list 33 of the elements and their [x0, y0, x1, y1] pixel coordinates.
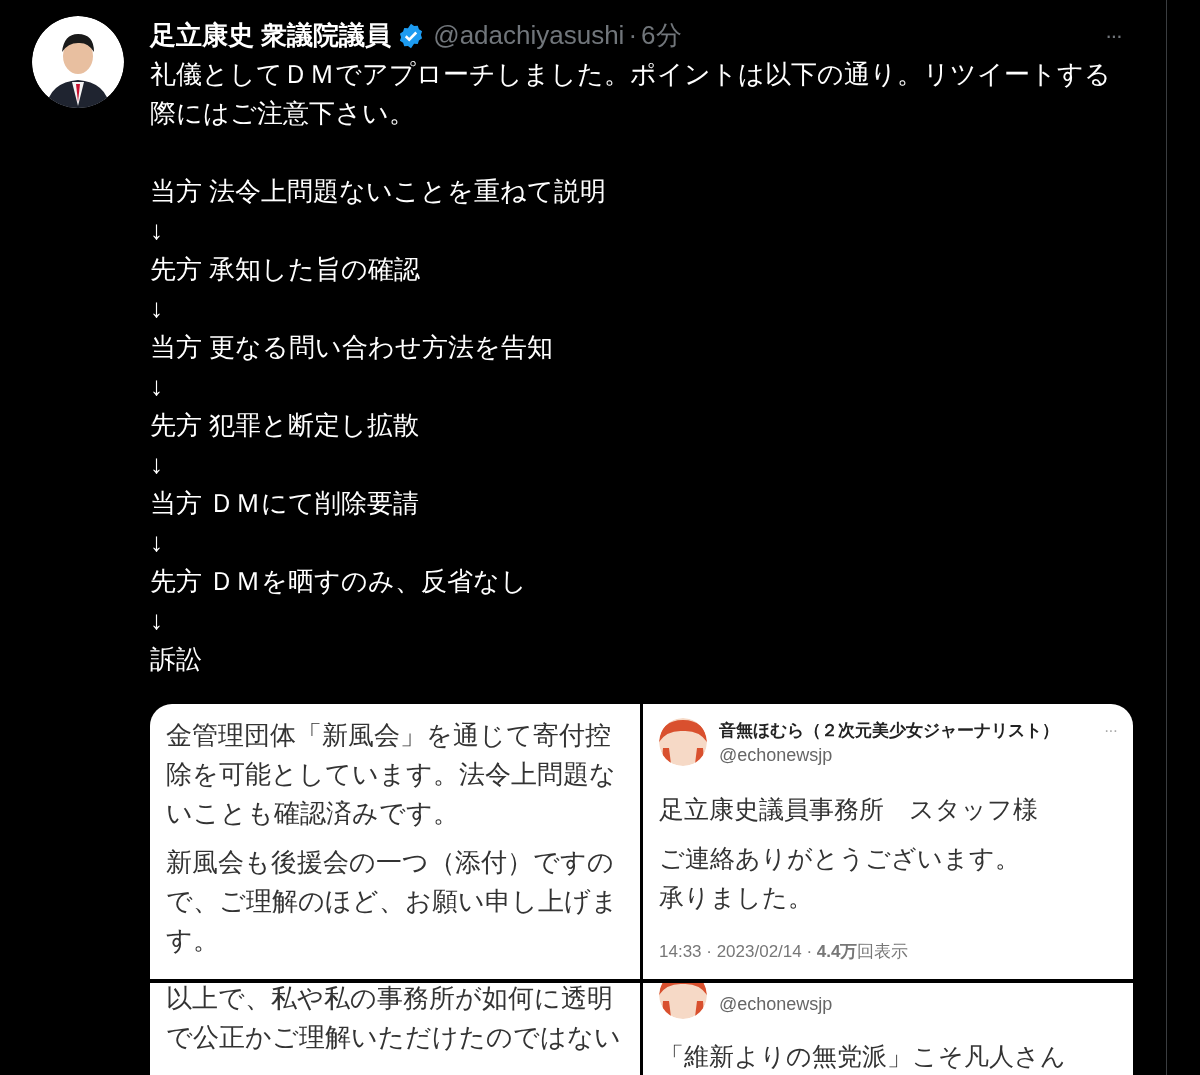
user-handle: @echonewsjp [719, 743, 834, 766]
step-text: 先方 犯罪と断定し拡散 [150, 409, 421, 443]
screenshot-text: ご連絡ありがとうございます。 [659, 843, 1021, 875]
arrow-text: ↓ [150, 526, 164, 560]
screenshot-text: 金管理団体「新風会」を通じて寄付控除を可能としています。法令上問題ないことも確認済みです。 [166, 720, 617, 830]
arrow-text: ↓ [150, 370, 164, 404]
arrow-text: ↓ [150, 214, 164, 248]
step-text: 訴訟 [150, 643, 203, 677]
separator-dot: · [628, 19, 638, 53]
post-time: 6分 [641, 19, 682, 53]
author-name: 音無ほむら（２次元美少女ジャーナリスト） [719, 720, 1059, 743]
arrow-text: ↓ [150, 292, 164, 326]
avatar [659, 983, 707, 1020]
more-button[interactable]: ··· [1105, 19, 1121, 53]
more-icon: ··· [1104, 718, 1117, 743]
screenshot-text: 足立康史議員事務所 スタッフ様 [659, 794, 1039, 826]
post-text: 礼儀としてＤＭでアプローチしました。ポイントは以下の通り。リツイートする際にはご注意下さい。 [150, 58, 1112, 131]
step-text: 先方 ＤＭを晒すのみ、反省なし [150, 565, 529, 599]
step-text: 先方 承知した旨の確認 [150, 253, 422, 287]
step-text: 当方 法令上問題ないことを重ねて説明 [150, 175, 608, 209]
step-text: 当方 ＤＭにて削除要請 [150, 487, 421, 521]
user-handle: @echonewsjp [719, 993, 834, 1016]
screenshot-text: 承りました。 [659, 882, 814, 914]
user-handle: @adachiyasushi [433, 19, 625, 53]
avatar [659, 718, 707, 767]
post-meta: 14:33 · 2023/02/14 · 4.4万回表示 [659, 941, 910, 964]
screenshot-text: 新風会も後援会の一つ（添付）ですので、ご理解のほど、お願い申し上げます。 [166, 847, 619, 957]
arrow-text: ↓ [150, 604, 164, 638]
screenshot-text: 以上で、私や私の事務所が如何に透明で公正かご理解いただけたのではない [166, 983, 622, 1054]
arrow-text: ↓ [150, 448, 164, 482]
screenshot-text: 「維新よりの無党派」こそ凡人さん [659, 1041, 1067, 1073]
author-name[interactable]: 足立康史 衆議院議員 [150, 16, 392, 56]
step-text: 当方 更なる問い合わせ方法を告知 [150, 331, 555, 365]
